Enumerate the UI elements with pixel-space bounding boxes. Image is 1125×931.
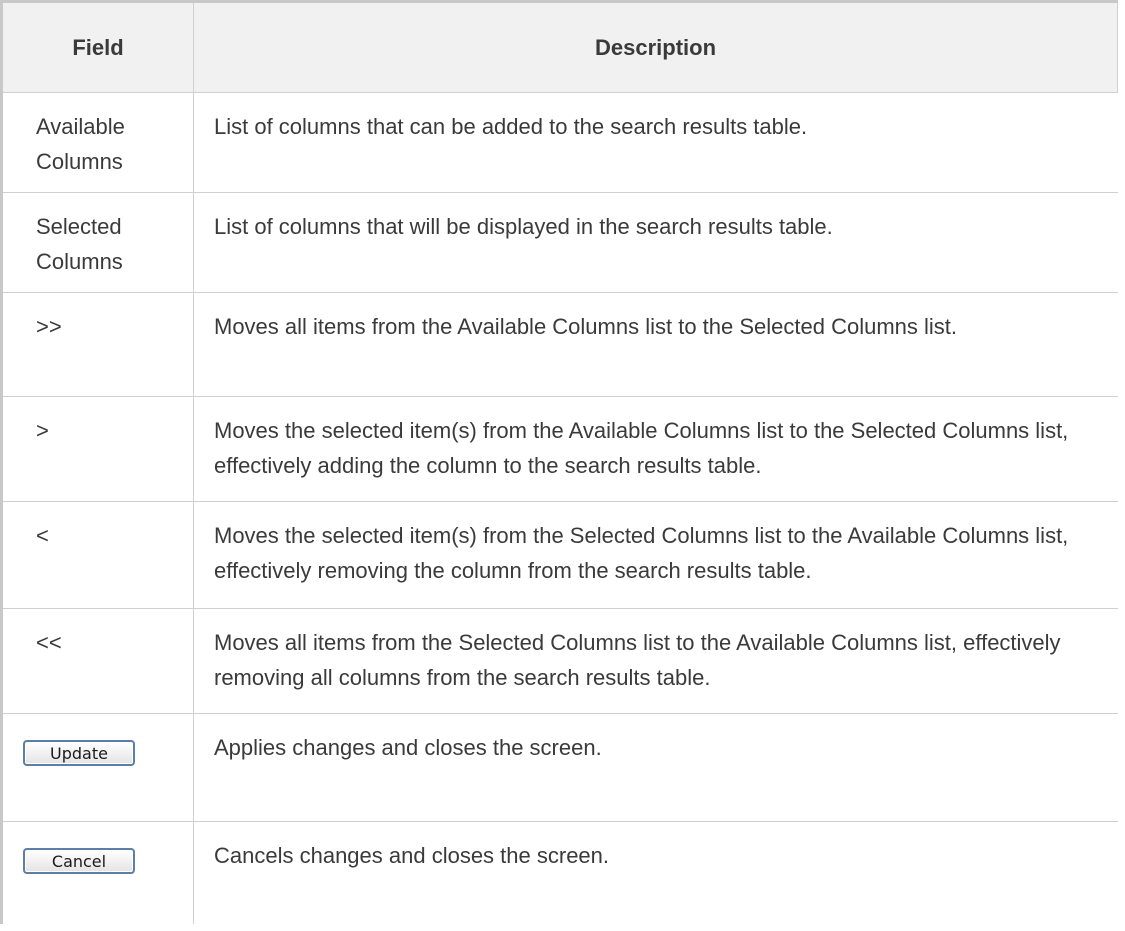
table-row: Selected Columns List of columns that wi…: [0, 192, 1118, 293]
description-cell: Cancels changes and closes the screen.: [214, 843, 610, 868]
table-row: > Moves the selected item(s) from the Av…: [0, 396, 1118, 502]
description-cell: List of columns that will be displayed i…: [193, 192, 1118, 293]
table-row: Update Applies changes and closes the sc…: [0, 713, 1118, 822]
field-cell-selected-columns: Selected Columns: [0, 192, 194, 293]
description-cell: Moves the selected item(s) from the Avai…: [193, 396, 1118, 502]
description-cell: Moves all items from the Selected Column…: [193, 608, 1118, 714]
table-row: Available Columns List of columns that c…: [0, 92, 1118, 193]
table-row: < Moves the selected item(s) from the Se…: [0, 501, 1118, 609]
description-cell: Moves all items from the Available Colum…: [193, 292, 1118, 397]
table-row: Cancel Cancels changes and closes the sc…: [0, 821, 1118, 924]
field-cell-move-selected-right: >: [0, 396, 194, 502]
table-row: << Moves all items from the Selected Col…: [0, 608, 1118, 714]
description-cell: Moves the selected item(s) from the Sele…: [193, 501, 1118, 609]
description-column-header: Description: [193, 0, 1118, 93]
description-cell: Applies changes and closes the screen.: [193, 713, 1118, 822]
field-cell-available-columns: Available Columns: [0, 92, 194, 193]
cancel-button[interactable]: Cancel: [23, 848, 135, 874]
field-cell-cancel: Cancel: [0, 821, 194, 924]
field-cell-move-all-left: <<: [0, 608, 194, 714]
description-cell: List of columns that can be added to the…: [193, 92, 1118, 193]
field-description-table: Field Description Available Columns List…: [0, 0, 1118, 924]
field-cell-move-all-right: >>: [0, 292, 194, 397]
update-button[interactable]: Update: [23, 740, 135, 766]
field-column-header: Field: [0, 0, 194, 93]
field-cell-update: Update: [0, 713, 194, 822]
field-cell-move-selected-left: <: [0, 501, 194, 609]
table-row: >> Moves all items from the Available Co…: [0, 292, 1118, 397]
table-header-row: Field Description: [0, 0, 1118, 93]
